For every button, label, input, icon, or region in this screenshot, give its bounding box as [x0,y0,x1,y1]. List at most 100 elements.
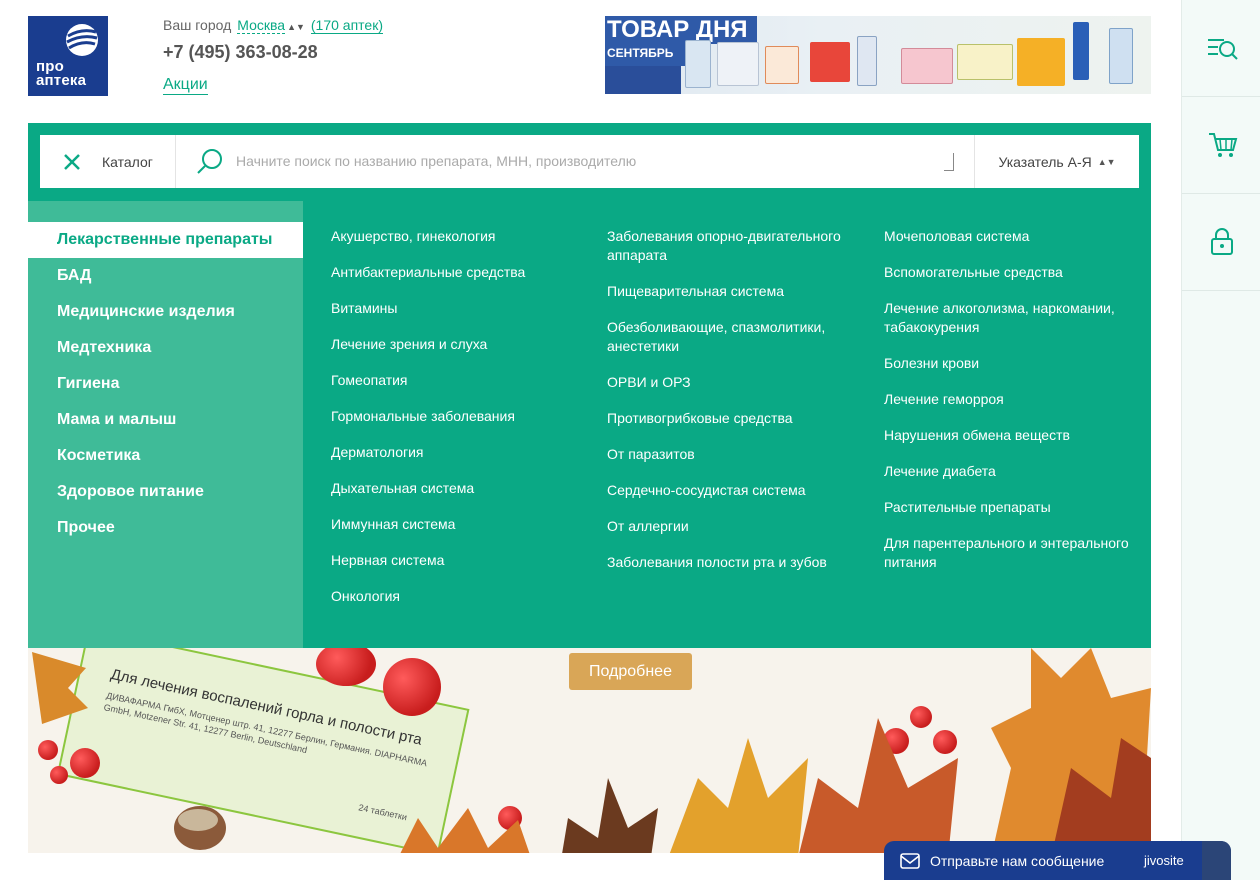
logo-text-line2: аптека [36,72,87,89]
berry-decoration [38,740,58,760]
chat-corner [1202,841,1231,880]
promo-link[interactable]: Акции [163,76,208,95]
stores-link[interactable]: (170 аптек) [310,17,383,34]
globe-icon [66,24,98,56]
subcategory-link[interactable]: Гомеопатия [331,371,593,390]
category-item-healthy-food[interactable]: Здоровое питание [28,474,303,510]
subcategory-link[interactable]: Обезболивающие, спазмолитики, анестетики [607,318,869,356]
search-input[interactable] [236,145,946,177]
logo-text: про аптека [36,59,87,89]
phone-number[interactable]: +7 (495) 363-08-28 [163,42,318,63]
subcategory-link[interactable]: Заболевания полости рта и зубов [607,553,869,572]
subcategory-link[interactable]: Нервная система [331,551,593,570]
subcategory-link[interactable]: Противогрибковые средства [607,409,869,428]
category-item-other[interactable]: Прочее [28,510,303,546]
subcategory-link[interactable]: Онкология [331,587,593,606]
subcategory-link[interactable]: Растительные препараты [884,498,1146,517]
subcategory-link[interactable]: Витамины [331,299,593,318]
product-box [957,44,1013,80]
catalog-label: Каталог [102,153,153,170]
alphabet-index-dropdown[interactable]: Указатель А-Я ▲▼ [974,135,1139,188]
subcategory-link[interactable]: Заболевания опорно-двигательного аппарат… [607,227,869,265]
subcategory-link[interactable]: Вспомогательные средства [884,263,1146,282]
subcategory-column-1: Акушерство, гинекология Антибактериальны… [331,227,593,623]
leaf-decoration [991,648,1151,853]
subcategory-link[interactable]: Болезни крови [884,354,1146,373]
subcategory-link[interactable]: От паразитов [607,445,869,464]
cart-icon [1208,133,1237,157]
product-box [717,42,759,86]
berry-decoration [50,766,68,784]
catalog-toggle[interactable]: Каталог [40,135,176,188]
leaf-decoration [799,718,958,853]
leaf-decoration [174,806,226,850]
berry-decoration [383,658,441,716]
category-item-medicines[interactable]: Лекарственные препараты [28,222,303,258]
chat-message-label: Отправьте нам сообщение [930,852,1105,869]
category-item-hygiene[interactable]: Гигиена [28,366,303,402]
subcategory-link[interactable]: Мочеполовая система [884,227,1146,246]
cart-button[interactable] [1182,97,1260,194]
catalog-menu-button[interactable] [1182,0,1260,97]
subcategory-link[interactable]: Для парентерального и энтерального питан… [884,534,1146,572]
category-item-medical-products[interactable]: Медицинские изделия [28,294,303,330]
subcategory-link[interactable]: Нарушения обмена веществ [884,426,1146,445]
login-button[interactable] [1182,194,1260,291]
subcategory-link[interactable]: Дыхательная система [331,479,593,498]
logo[interactable]: про аптека [28,16,108,96]
product-box [685,40,711,88]
subcategory-link[interactable]: Антибактериальные средства [331,263,593,282]
menu-search-icon [1207,39,1238,60]
category-item-supplements[interactable]: БАД [28,258,303,294]
category-item-medical-equipment[interactable]: Медтехника [28,330,303,366]
subcategory-link[interactable]: Дерматология [331,443,593,462]
chat-brand: jivosite [1144,853,1184,868]
product-box [1073,22,1089,80]
close-icon [64,153,80,170]
category-item-mother-baby[interactable]: Мама и малыш [28,402,303,438]
berry-decoration [316,648,376,686]
subcategory-link[interactable]: От аллергии [607,517,869,536]
lock-icon [1210,228,1233,255]
banner-logo-stripe [605,66,681,94]
input-corner-mark [944,153,954,171]
berry-decoration [70,748,100,778]
city-selector: Ваш город Москва ▲▼ (170 аптек) [163,17,383,34]
sort-arrows-icon: ▲▼ [287,22,305,32]
product-of-day-banner[interactable]: ТОВАР ДНЯ СЕНТЯБРЬ [605,16,1151,94]
subcategory-link[interactable]: Пищеварительная система [607,282,869,301]
product-box [765,46,799,84]
catalog-search-bar: Каталог Указатель А-Я ▲▼ [28,123,1151,201]
search-icon[interactable] [196,148,224,176]
category-list: Лекарственные препараты БАД Медицинские … [28,201,303,648]
leaf-decoration [669,738,808,853]
product-box [901,48,953,84]
subcategory-column-3: Мочеполовая система Вспомогательные сред… [884,227,1146,589]
subcategory-link[interactable]: Лечение алкоголизма, наркомании, табакок… [884,299,1146,337]
leaf-decoration [32,652,88,724]
index-label: Указатель А-Я [998,153,1092,170]
product-box [857,36,877,86]
product-box [810,42,850,82]
subcategory-column-2: Заболевания опорно-двигательного аппарат… [607,227,869,589]
catalog-dropdown: Лекарственные препараты БАД Медицинские … [28,201,1151,648]
mail-icon [900,852,920,869]
chat-widget[interactable]: Отправьте нам сообщение jivosite [884,841,1231,880]
leaf-decoration [400,808,530,853]
subcategory-link[interactable]: Лечение зрения и слуха [331,335,593,354]
subcategory-link[interactable]: Гормональные заболевания [331,407,593,426]
subcategory-link[interactable]: ОРВИ и ОРЗ [607,373,869,392]
product-box [1017,38,1065,86]
more-details-button[interactable]: Подробнее [569,653,692,690]
city-link[interactable]: Москва [237,17,286,34]
subcategory-link[interactable]: Акушерство, гинекология [331,227,593,246]
city-label: Ваш город [163,17,232,33]
subcategory-link[interactable]: Иммунная система [331,515,593,534]
subcategory-link[interactable]: Сердечно-сосудистая система [607,481,869,500]
subcategory-link[interactable]: Лечение геморроя [884,390,1146,409]
product-box [1109,28,1133,84]
category-item-cosmetics[interactable]: Косметика [28,438,303,474]
sort-arrows-icon: ▲▼ [1097,156,1116,167]
search-container: Каталог Указатель А-Я ▲▼ [40,135,1139,188]
subcategory-link[interactable]: Лечение диабета [884,462,1146,481]
